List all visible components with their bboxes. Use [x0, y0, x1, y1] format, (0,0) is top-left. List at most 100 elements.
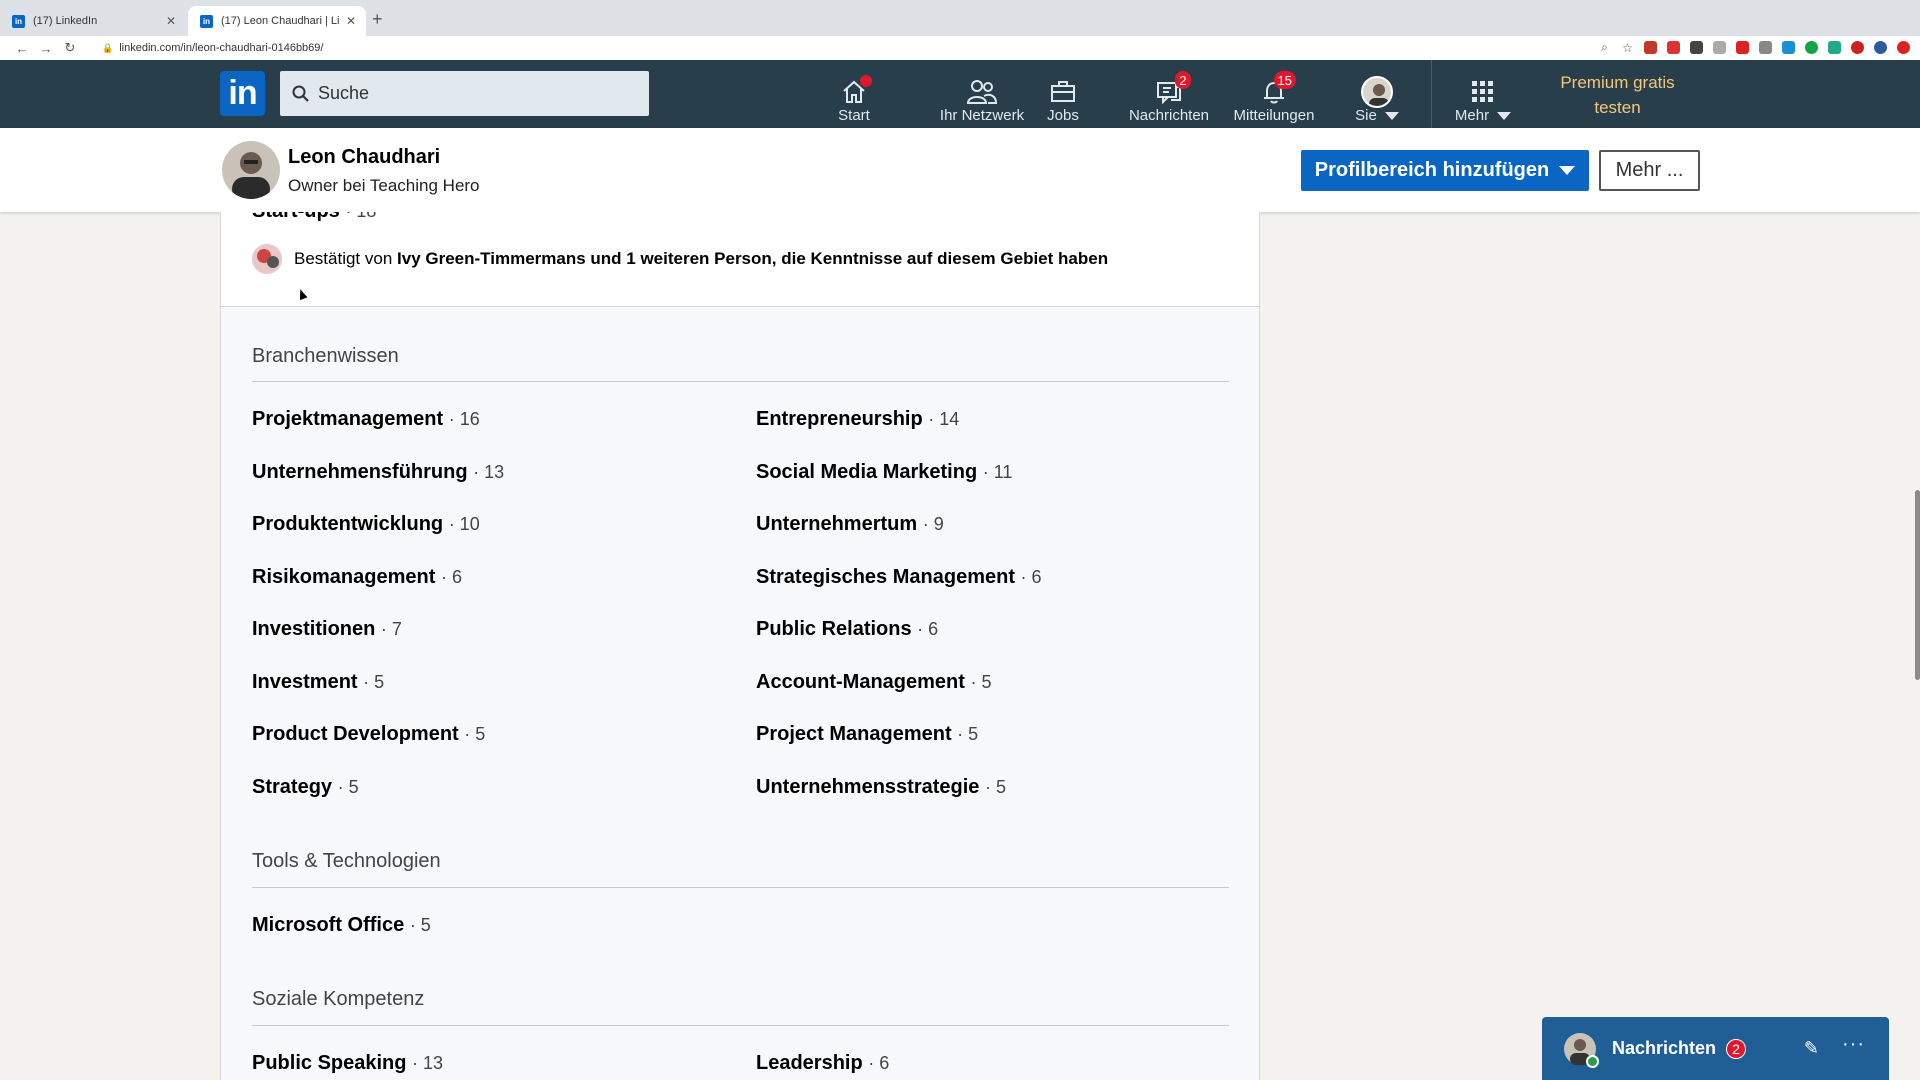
notification-badge: 15	[1273, 71, 1296, 89]
page-scrollbar[interactable]	[1915, 490, 1920, 680]
skill-item[interactable]: Product Development · 5	[252, 723, 485, 746]
extension-icon[interactable]	[1759, 41, 1772, 54]
skill-count: · 5	[970, 672, 992, 692]
skill-item[interactable]: Investitionen · 7	[252, 618, 402, 641]
nav-item-messaging[interactable]: 2 Nachrichten	[1126, 68, 1212, 124]
skill-item[interactable]: Public Speaking · 13	[252, 1052, 443, 1075]
extension-icon[interactable]	[1667, 41, 1680, 54]
new-tab-icon[interactable]: +	[372, 9, 383, 30]
network-icon	[966, 80, 998, 104]
extension-icon[interactable]	[1690, 41, 1703, 54]
skill-item[interactable]: Unternehmensstrategie · 5	[756, 776, 1006, 799]
extension-icon[interactable]	[1644, 41, 1657, 54]
skill-name: Account-Management	[756, 671, 965, 693]
skill-item[interactable]: Investment · 5	[252, 671, 384, 694]
skill-count: · 5	[337, 777, 359, 797]
extension-icon[interactable]	[1851, 41, 1864, 54]
skill-item[interactable]: Entrepreneurship · 14	[756, 408, 959, 431]
browser-tab[interactable]: in (17) LinkedIn ✕	[0, 6, 186, 36]
skill-count: · 10	[448, 514, 480, 534]
profile-avatar-icon[interactable]	[1874, 41, 1887, 54]
skill-name: Produktentwicklung	[252, 513, 444, 535]
extension-icon[interactable]	[1828, 41, 1841, 54]
profile-avatar[interactable]	[222, 141, 280, 199]
skill-name: Unternehmertum	[756, 513, 918, 535]
skill-name: Unternehmensführung	[252, 461, 468, 483]
nav-label: Nachrichten	[1128, 107, 1210, 124]
more-button[interactable]: Mehr ...	[1599, 150, 1700, 191]
skill-item[interactable]: Start-ups · 18	[252, 212, 376, 223]
close-tab-icon[interactable]: ✕	[166, 14, 176, 28]
extension-icon[interactable]	[1782, 41, 1795, 54]
button-label: Profilbereich hinzufügen	[1314, 159, 1550, 181]
skill-name: Projektmanagement	[252, 408, 444, 430]
skill-item[interactable]: Microsoft Office · 5	[252, 914, 431, 937]
reload-icon[interactable]: ↻	[58, 40, 82, 56]
search-box[interactable]	[280, 71, 649, 116]
nav-item-notifications[interactable]: 15 Mitteilungen	[1230, 68, 1318, 124]
skill-count: · 7	[380, 619, 402, 639]
nav-item-jobs[interactable]: Jobs	[1040, 68, 1086, 124]
browser-tab-active[interactable]: in (17) Leon Chaudhari | LinkedIn ✕	[188, 6, 366, 36]
chevron-down-icon	[1497, 111, 1512, 120]
premium-line: testen	[1594, 98, 1641, 117]
more-options-icon[interactable]: ···	[1842, 1033, 1865, 1056]
skill-item[interactable]: Projektmanagement · 16	[252, 408, 480, 431]
skill-item[interactable]: Produktentwicklung · 10	[252, 513, 480, 536]
skill-item[interactable]: Project Management · 5	[756, 723, 978, 746]
skill-item[interactable]: Public Relations · 6	[756, 618, 938, 641]
extension-icon[interactable]	[1897, 41, 1910, 54]
bookmark-star-icon[interactable]: ☆	[1621, 41, 1634, 55]
skill-item[interactable]: Risikomanagement · 6	[252, 566, 462, 589]
skill-name: Public Relations	[756, 618, 912, 640]
skill-item[interactable]: Strategy · 5	[252, 776, 359, 799]
nav-item-start[interactable]: Start	[828, 68, 880, 124]
extension-icon[interactable]	[1713, 41, 1726, 54]
skill-item[interactable]: Leadership · 6	[756, 1052, 889, 1075]
messaging-overlay[interactable]: Nachrichten 2 ✎ ···	[1542, 1017, 1889, 1080]
skill-item[interactable]: Unternehmensführung · 13	[252, 461, 504, 484]
avatar	[1361, 76, 1393, 108]
linkedin-nav-bar: in Start Ihr Netzwerk Jobs 2 Nachrichten	[0, 60, 1920, 128]
close-tab-icon[interactable]: ✕	[346, 14, 356, 28]
forward-icon[interactable]: →	[34, 41, 58, 56]
category-title: Tools & Technologien	[252, 850, 441, 872]
skill-name: Risikomanagement	[252, 566, 436, 588]
profile-headline: Owner bei Teaching Hero	[288, 176, 480, 195]
back-icon[interactable]: ←	[10, 41, 34, 56]
url-field[interactable]: 🔒 linkedin.com/in/leon-chaudhari-0146bb6…	[102, 42, 323, 54]
skill-count: · 13	[473, 462, 505, 482]
skill-name: Investment	[252, 671, 358, 693]
nav-label: Ihr Netzwerk	[939, 107, 1025, 124]
skill-count: · 5	[957, 724, 979, 744]
extension-icon[interactable]	[1736, 41, 1749, 54]
skill-endorsement-block: Start-ups · 18 Bestätigt von Ivy Green-T…	[221, 212, 1259, 307]
nav-item-more[interactable]: Mehr	[1452, 68, 1514, 124]
skill-name: Leadership	[756, 1052, 863, 1074]
nav-item-network[interactable]: Ihr Netzwerk	[912, 68, 1052, 124]
skill-count: · 6	[1020, 567, 1042, 587]
skill-name: Start-ups	[252, 212, 340, 222]
skill-item[interactable]: Unternehmertum · 9	[756, 513, 944, 536]
skill-item[interactable]: Social Media Marketing · 11	[756, 461, 1012, 484]
nav-item-me[interactable]: Sie	[1352, 68, 1402, 124]
skill-item[interactable]: Account-Management · 5	[756, 671, 991, 694]
linkedin-logo-icon[interactable]: in	[220, 71, 265, 116]
skill-name: Public Speaking	[252, 1052, 407, 1074]
endorsement-names-link[interactable]: Ivy Green-Timmermans und 1 weiteren Pers…	[397, 249, 1108, 268]
compose-icon[interactable]: ✎	[1804, 1038, 1819, 1059]
extension-icon[interactable]	[1805, 41, 1818, 54]
skill-count: · 11	[982, 462, 1013, 482]
search-icon	[292, 85, 309, 102]
skill-name: Microsoft Office	[252, 914, 405, 936]
search-input[interactable]	[318, 83, 618, 104]
nav-label: Sie	[1355, 107, 1377, 124]
divider	[252, 381, 1229, 382]
add-profile-section-button[interactable]: Profilbereich hinzufügen	[1301, 150, 1589, 191]
zoom-icon[interactable]: ⌕	[1598, 40, 1611, 54]
skill-name: Unternehmensstrategie	[756, 776, 980, 798]
premium-trial-link[interactable]: Premium gratis testen	[1540, 70, 1695, 120]
skill-item[interactable]: Strategisches Management · 6	[756, 566, 1042, 589]
category-title: Soziale Kompetenz	[252, 988, 425, 1010]
skill-count: · 6	[868, 1053, 890, 1073]
